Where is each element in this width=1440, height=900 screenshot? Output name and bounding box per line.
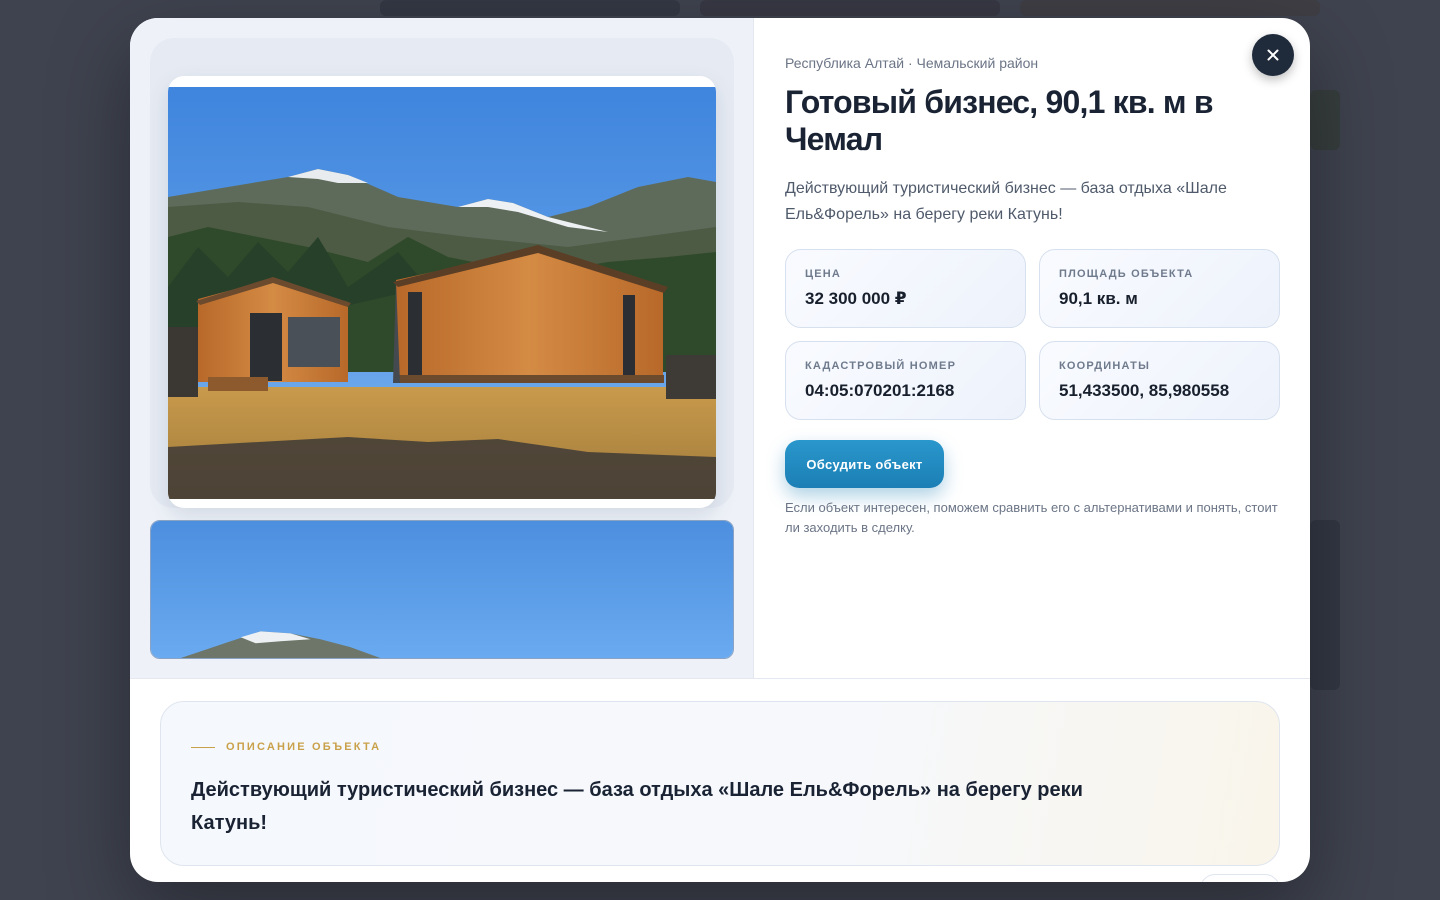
listing-modal: Республика Алтай · Чемальский район Гото… xyxy=(130,18,1310,882)
stat-price: Цена 32 300 000 ₽ xyxy=(785,249,1026,328)
stat-value: 90,1 кв. м xyxy=(1059,289,1138,308)
description-heading: ОПИСАНИЕ ОБЪЕКТА xyxy=(226,741,382,753)
cta-hint: Если объект интересен, поможем сравнить … xyxy=(785,500,1278,535)
stat-value: 32 300 000 ₽ xyxy=(805,289,907,308)
close-button[interactable] xyxy=(1252,34,1294,76)
photo-thumbnail[interactable] xyxy=(150,520,734,659)
close-icon xyxy=(1267,49,1279,61)
chalet-photo-image xyxy=(168,87,716,499)
description-card: ОПИСАНИЕ ОБЪЕКТА Действующий туристическ… xyxy=(160,701,1280,866)
thumbnail-image xyxy=(151,521,733,658)
stat-label: Площадь объекта xyxy=(1059,268,1194,280)
stat-area: Площадь объекта 90,1 кв. м xyxy=(1039,249,1280,328)
main-photo-frame xyxy=(150,38,734,508)
section-divider xyxy=(130,678,1310,679)
listing-subtitle: Действующий туристический бизнес — база … xyxy=(785,180,1227,223)
stat-value: 04:05:070201:2168 xyxy=(805,381,955,400)
stat-value: 51,433500, 85,980558 xyxy=(1059,381,1230,400)
region-breadcrumb: Республика Алтай · Чемальский район xyxy=(785,55,1039,71)
description-text: Действующий туристический бизнес — база … xyxy=(191,779,1083,834)
stat-label: Координаты xyxy=(1059,360,1151,372)
description-kicker: ОПИСАНИЕ ОБЪЕКТА xyxy=(191,741,381,753)
stat-label: Цена xyxy=(805,268,842,280)
scroll-tab[interactable] xyxy=(1200,874,1280,882)
listing-title: Готовый бизнес, 90,1 кв. м в Чемал xyxy=(785,84,1214,157)
photo-gallery xyxy=(130,18,754,678)
kicker-line xyxy=(191,746,215,748)
main-photo[interactable] xyxy=(168,76,716,508)
stat-coordinates: Координаты 51,433500, 85,980558 xyxy=(1039,341,1280,420)
discuss-button[interactable]: Обсудить объект xyxy=(785,440,944,488)
stat-cadastral: Кадастровый номер 04:05:070201:2168 xyxy=(785,341,1026,420)
stat-label: Кадастровый номер xyxy=(805,360,957,372)
